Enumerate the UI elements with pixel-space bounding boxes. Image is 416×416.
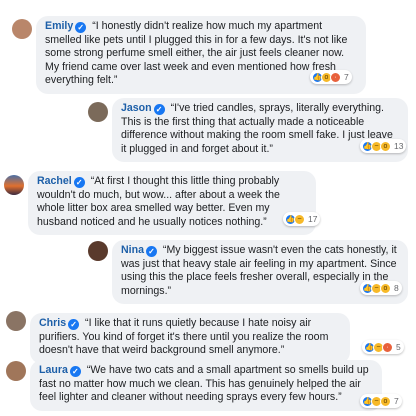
reaction-summary[interactable]: 👍 ~ o 8	[360, 281, 402, 295]
comment-bubble: Chris ✓ “I like that it runs quietly beca…	[30, 313, 350, 364]
reaction-summary[interactable]: 👍 ~ o 13	[360, 139, 407, 153]
wow-icon: o	[380, 140, 391, 152]
reaction-count: 7	[344, 72, 349, 82]
avatar[interactable]	[6, 361, 26, 381]
comment-text: “I like that it runs quietly because I h…	[39, 317, 329, 357]
avatar[interactable]	[88, 102, 108, 122]
author-name[interactable]: Laura	[39, 364, 68, 376]
comment-bubble: Nina ✓ “My biggest issue wasn't even the …	[112, 240, 408, 305]
comment-text: “We have two cats and a small apartment …	[39, 364, 369, 404]
haha-icon: ~	[294, 213, 305, 225]
author-name[interactable]: Chris	[39, 317, 66, 329]
avatar[interactable]	[88, 241, 108, 261]
verified-badge-icon: ✓	[145, 246, 157, 257]
reaction-summary[interactable]: 👍 ~ o 7	[360, 394, 402, 408]
comment-bubble: Laura ✓ “We have two cats and a small apa…	[30, 360, 382, 411]
comment-text: “I honestly didn't realize how much my a…	[45, 20, 348, 87]
reaction-count: 8	[394, 283, 399, 293]
verified-badge-icon: ✓	[153, 104, 165, 115]
verified-badge-icon: ✓	[68, 319, 80, 330]
comment-text: “My biggest issue wasn't even the cats h…	[121, 244, 397, 297]
reaction-count: 5	[396, 342, 401, 352]
author-name[interactable]: Nina	[121, 244, 144, 256]
avatar[interactable]	[4, 175, 24, 195]
wow-icon: o	[380, 282, 391, 294]
author-name[interactable]: Rachel	[37, 175, 72, 187]
comment-bubble: Rachel ✓ “At first I thought this little …	[28, 171, 316, 236]
reaction-summary[interactable]: 👍 ~ · 5	[362, 340, 404, 354]
author-name[interactable]: Emily	[45, 20, 73, 32]
reaction-count: 7	[394, 396, 399, 406]
verified-badge-icon: ✓	[73, 177, 85, 188]
reaction-summary[interactable]: 👍 ~ 17	[283, 212, 321, 226]
verified-badge-icon: ✓	[69, 366, 81, 377]
author-name[interactable]: Jason	[121, 102, 152, 114]
angry-icon: ·	[330, 71, 341, 83]
reaction-count: 17	[308, 214, 318, 224]
reaction-count: 13	[394, 141, 404, 151]
avatar[interactable]	[6, 311, 26, 331]
verified-badge-icon: ✓	[75, 22, 87, 33]
wow-icon: o	[380, 395, 391, 407]
angry-icon: ·	[382, 341, 393, 353]
comment-bubble: Jason ✓ “I've tried candles, sprays, lite…	[112, 98, 408, 163]
avatar[interactable]	[12, 19, 32, 39]
reaction-summary[interactable]: 👍 o · 7	[310, 70, 352, 84]
